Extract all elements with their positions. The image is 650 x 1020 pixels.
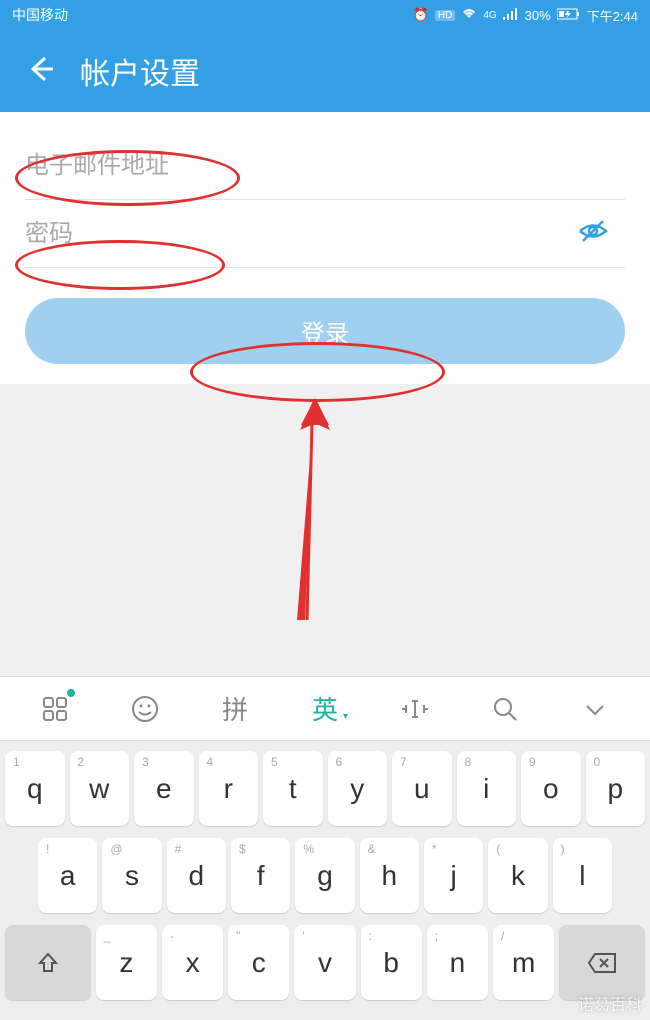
key-x[interactable]: -x — [162, 925, 223, 1000]
key-u[interactable]: 7u — [392, 751, 452, 826]
key-d[interactable]: #d — [167, 838, 226, 913]
status-bar: 中国移动 ⏰ HD 4G 30% 下午2:44 — [0, 0, 650, 30]
key-w[interactable]: 2w — [70, 751, 130, 826]
keyboard-cursor-icon[interactable] — [390, 684, 440, 734]
keyboard-row-3: _z-x"c'v:b;n/m — [5, 925, 645, 1000]
key-f[interactable]: $f — [231, 838, 290, 913]
key-z[interactable]: _z — [96, 925, 157, 1000]
login-button[interactable]: 登录 — [25, 298, 625, 364]
toggle-password-visibility-icon[interactable] — [576, 214, 610, 253]
key-h[interactable]: &h — [360, 838, 419, 913]
carrier-label: 中国移动 — [12, 5, 68, 25]
key-n[interactable]: ;n — [427, 925, 488, 1000]
keyboard-emoji-icon[interactable] — [120, 684, 170, 734]
key-y[interactable]: 6y — [328, 751, 388, 826]
key-e[interactable]: 3e — [134, 751, 194, 826]
signal-icon — [503, 8, 519, 23]
key-t[interactable]: 5t — [263, 751, 323, 826]
key-p[interactable]: 0p — [586, 751, 646, 826]
page-title: 帐户设置 — [80, 49, 200, 93]
key-b[interactable]: :b — [361, 925, 422, 1000]
key-c[interactable]: "c — [228, 925, 289, 1000]
back-arrow-icon[interactable] — [25, 54, 55, 89]
time-label: 下午2:44 — [587, 6, 638, 25]
key-m[interactable]: /m — [493, 925, 554, 1000]
keyboard-apps-icon[interactable] — [30, 684, 80, 734]
content-area: 登录 — [0, 112, 650, 384]
key-j[interactable]: *j — [424, 838, 483, 913]
shift-key[interactable] — [5, 925, 91, 1000]
watermark: 诺葛百科 — [578, 991, 642, 1015]
keyboard-row-1: 1q2w3e4r5t6y7u8i9o0p — [5, 751, 645, 826]
password-input-group — [25, 200, 625, 268]
password-field[interactable] — [25, 220, 625, 248]
alarm-icon: ⏰ — [413, 7, 429, 23]
email-field[interactable] — [25, 152, 625, 180]
keyboard-row-2: !a@s#d$f%g&h*j(k)l — [5, 838, 645, 913]
backspace-key[interactable] — [559, 925, 645, 1000]
key-i[interactable]: 8i — [457, 751, 517, 826]
keyboard-toolbar: 拼 英 — [0, 676, 650, 741]
key-r[interactable]: 4r — [199, 751, 259, 826]
keyboard-pinyin-button[interactable]: 拼 — [210, 684, 260, 734]
key-k[interactable]: (k — [488, 838, 547, 913]
wifi-icon — [461, 8, 477, 23]
keyboard: 拼 英 1q2w3e4r5t6y7u8i9o0p !a@s#d$f%g&h*j(… — [0, 676, 650, 1020]
key-o[interactable]: 9o — [521, 751, 581, 826]
annotation-arrow — [285, 395, 345, 625]
key-q[interactable]: 1q — [5, 751, 65, 826]
keyboard-search-icon[interactable] — [480, 684, 530, 734]
keyboard-english-button[interactable]: 英 — [300, 684, 350, 734]
key-l[interactable]: )l — [553, 838, 612, 913]
hd-icon: HD — [435, 10, 455, 21]
key-a[interactable]: !a — [38, 838, 97, 913]
key-g[interactable]: %g — [295, 838, 354, 913]
header: 帐户设置 — [0, 30, 650, 112]
status-right: ⏰ HD 4G 30% 下午2:44 — [413, 6, 638, 25]
network-icon: 4G — [483, 10, 496, 21]
battery-icon — [557, 8, 581, 23]
email-input-group — [25, 132, 625, 200]
key-v[interactable]: 'v — [294, 925, 355, 1000]
key-s[interactable]: @s — [102, 838, 161, 913]
keyboard-collapse-icon[interactable] — [570, 684, 620, 734]
keyboard-rows: 1q2w3e4r5t6y7u8i9o0p !a@s#d$f%g&h*j(k)l … — [0, 741, 650, 1020]
battery-label: 30% — [525, 8, 551, 23]
